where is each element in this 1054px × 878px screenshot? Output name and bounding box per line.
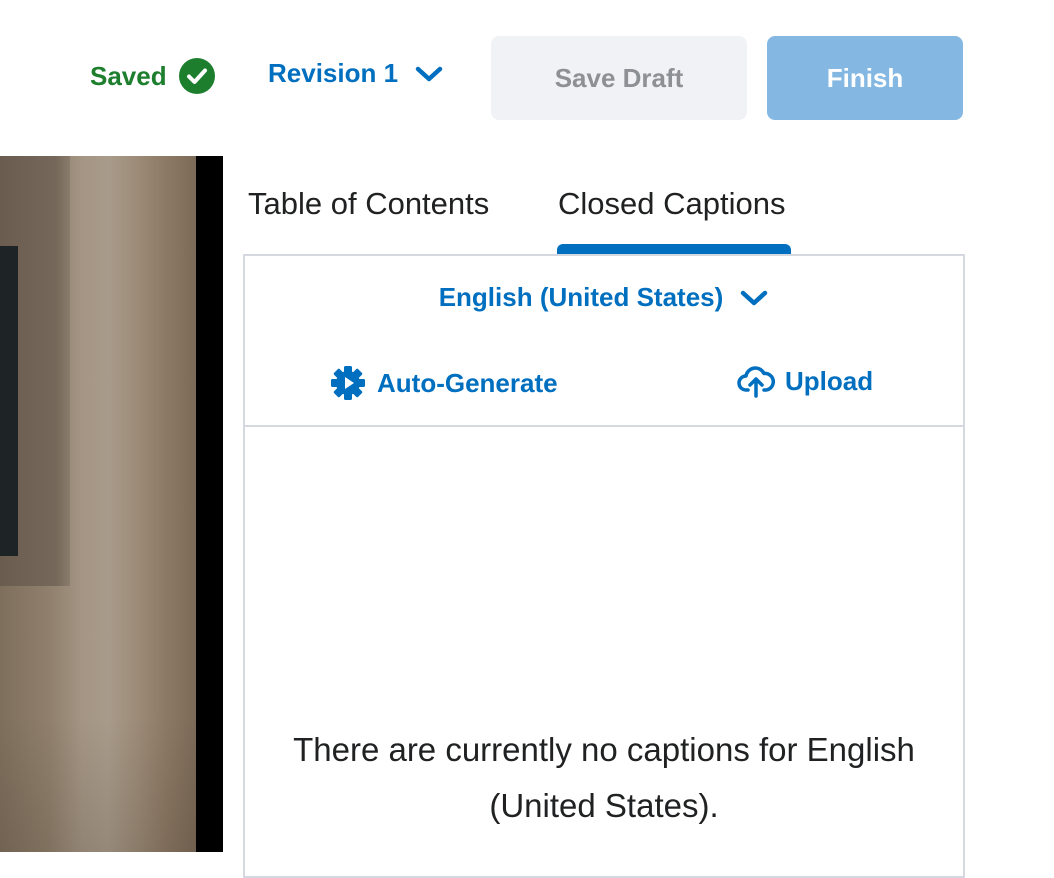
empty-captions-message: There are currently no captions for Engl… [293,731,915,824]
saved-status: Saved [90,58,215,94]
check-circle-icon [178,58,215,94]
language-label: English (United States) [438,282,724,312]
tab-closed-captions[interactable]: Closed Captions [558,186,785,222]
tab-table-of-contents[interactable]: Table of Contents [248,186,489,222]
video-preview[interactable] [0,156,223,852]
video-scene-window [0,246,18,556]
cloud-upload-icon [737,366,775,398]
finish-button[interactable]: Finish [767,36,963,120]
saved-label: Saved [90,60,167,91]
upload-button[interactable]: Upload [737,364,873,398]
top-toolbar: Saved Revision 1 Save Draft Finish [0,0,1054,156]
captions-panel: English (United States) Auto-Generate Up… [243,254,965,878]
gear-icon [331,366,365,400]
video-scene-shade [0,716,196,852]
auto-generate-label: Auto-Generate [377,367,558,398]
chevron-down-icon [741,290,768,305]
upload-label: Upload [785,365,874,396]
side-tabs: Table of Contents Closed Captions [243,156,963,256]
video-frame [0,156,196,852]
revision-dropdown[interactable]: Revision 1 [268,58,444,89]
language-dropdown[interactable]: English (United States) [245,282,963,313]
divider [245,425,963,427]
chevron-down-icon [415,66,443,81]
revision-label: Revision 1 [268,58,399,88]
auto-generate-button[interactable]: Auto-Generate [329,364,558,402]
save-draft-button[interactable]: Save Draft [491,36,747,120]
